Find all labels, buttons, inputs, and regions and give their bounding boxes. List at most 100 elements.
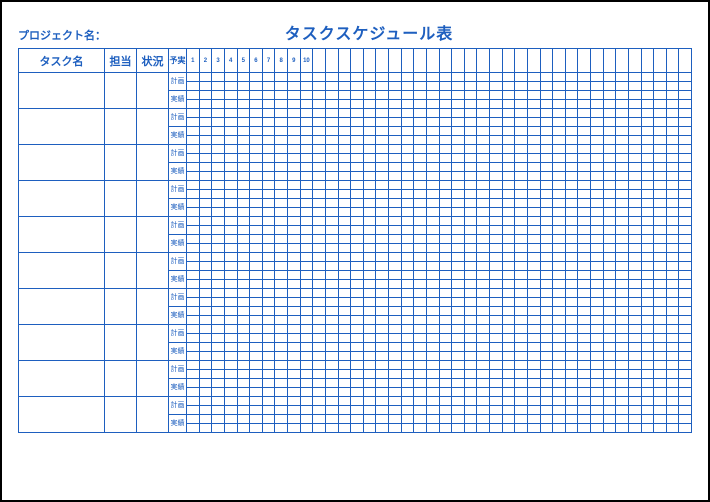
schedule-cell (338, 199, 351, 208)
schedule-cell (490, 127, 503, 136)
schedule-cell (628, 163, 641, 172)
schedule-cell (325, 109, 338, 118)
schedule-cell (187, 163, 200, 172)
schedule-cell (464, 217, 477, 226)
schedule-cell (237, 424, 250, 433)
schedule-cell (464, 325, 477, 334)
schedule-cell (578, 271, 591, 280)
schedule-cell (288, 217, 301, 226)
schedule-cell (654, 289, 667, 298)
schedule-cell (527, 190, 540, 199)
schedule-cell (679, 271, 692, 280)
schedule-cell (351, 307, 364, 316)
schedule-cell (187, 262, 200, 271)
day-number-cell: 7 (262, 49, 275, 73)
schedule-cell (376, 361, 389, 370)
schedule-cell (578, 181, 591, 190)
schedule-cell (628, 325, 641, 334)
schedule-cell (553, 298, 566, 307)
schedule-cell (540, 118, 553, 127)
schedule-cell (275, 352, 288, 361)
schedule-cell (679, 379, 692, 388)
schedule-cell (477, 280, 490, 289)
schedule-cell (275, 181, 288, 190)
schedule-cell (477, 181, 490, 190)
schedule-cell (666, 325, 679, 334)
schedule-cell (250, 271, 263, 280)
schedule-cell (679, 280, 692, 289)
schedule-cell (452, 397, 465, 406)
schedule-cell (389, 172, 402, 181)
schedule-cell (502, 199, 515, 208)
schedule-cell (553, 415, 566, 424)
schedule-cell (616, 235, 629, 244)
schedule-cell (199, 352, 212, 361)
schedule-cell (490, 325, 503, 334)
schedule-cell (250, 91, 263, 100)
schedule-cell (641, 406, 654, 415)
row-type-plan: 計画 (169, 73, 187, 91)
schedule-cell (527, 145, 540, 154)
schedule-cell (553, 289, 566, 298)
schedule-cell (591, 316, 604, 325)
schedule-cell (313, 100, 326, 109)
schedule-cell (351, 280, 364, 289)
schedule-cell (515, 298, 528, 307)
schedule-cell (363, 118, 376, 127)
row-type-plan: 計画 (169, 181, 187, 199)
schedule-cell (603, 388, 616, 397)
schedule-cell (628, 181, 641, 190)
schedule-cell (325, 190, 338, 199)
schedule-cell (199, 235, 212, 244)
schedule-cell (363, 172, 376, 181)
schedule-cell (654, 100, 667, 109)
schedule-cell (363, 199, 376, 208)
schedule-cell (565, 415, 578, 424)
schedule-cell (679, 298, 692, 307)
schedule-cell (250, 100, 263, 109)
day-number-cell (426, 49, 439, 73)
schedule-cell (616, 82, 629, 91)
schedule-cell (376, 352, 389, 361)
schedule-cell (439, 370, 452, 379)
schedule-cell (628, 73, 641, 82)
schedule-cell (452, 127, 465, 136)
schedule-cell (363, 361, 376, 370)
schedule-cell (616, 73, 629, 82)
schedule-cell (603, 343, 616, 352)
schedule-cell (553, 100, 566, 109)
schedule-cell (439, 343, 452, 352)
schedule-cell (477, 388, 490, 397)
schedule-cell (300, 217, 313, 226)
schedule-cell (603, 235, 616, 244)
day-number-cell: 5 (237, 49, 250, 73)
schedule-cell (540, 316, 553, 325)
schedule-cell (325, 172, 338, 181)
schedule-cell (490, 406, 503, 415)
schedule-cell (300, 424, 313, 433)
schedule-cell (325, 397, 338, 406)
schedule-cell (666, 343, 679, 352)
schedule-cell (389, 406, 402, 415)
schedule-cell (262, 163, 275, 172)
schedule-cell (401, 82, 414, 91)
schedule-cell (540, 361, 553, 370)
schedule-cell (464, 118, 477, 127)
schedule-cell (666, 118, 679, 127)
schedule-cell (325, 352, 338, 361)
schedule-cell (464, 388, 477, 397)
schedule-cell (389, 199, 402, 208)
schedule-cell (616, 163, 629, 172)
schedule-cell (502, 280, 515, 289)
schedule-cell (616, 307, 629, 316)
schedule-cell (325, 343, 338, 352)
schedule-cell (641, 253, 654, 262)
schedule-cell (565, 361, 578, 370)
schedule-cell (426, 271, 439, 280)
schedule-cell (666, 397, 679, 406)
schedule-cell (502, 244, 515, 253)
schedule-cell (540, 109, 553, 118)
schedule-cell (553, 271, 566, 280)
schedule-cell (250, 397, 263, 406)
schedule-cell (654, 82, 667, 91)
